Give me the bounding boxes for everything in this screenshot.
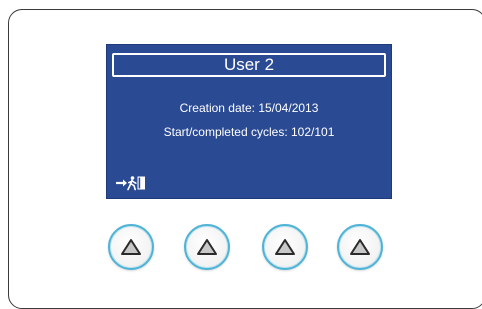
up-triangle-icon (350, 239, 370, 255)
function-button-4[interactable] (337, 224, 383, 270)
function-button-1[interactable] (108, 224, 154, 270)
up-triangle-icon (121, 239, 141, 255)
cycles-text: Start/completed cycles: 102/101 (163, 125, 335, 139)
function-button-3[interactable] (262, 224, 308, 270)
display-screen: User 2 Creation date: 15/04/2013 Start/c… (106, 44, 392, 199)
user-title: User 2 (112, 53, 386, 77)
creation-date-text: Creation date: 15/04/2013 (179, 101, 319, 115)
exit-icon[interactable] (115, 175, 161, 191)
up-triangle-icon (275, 239, 295, 255)
function-button-2[interactable] (184, 224, 230, 270)
up-triangle-icon (197, 239, 217, 255)
